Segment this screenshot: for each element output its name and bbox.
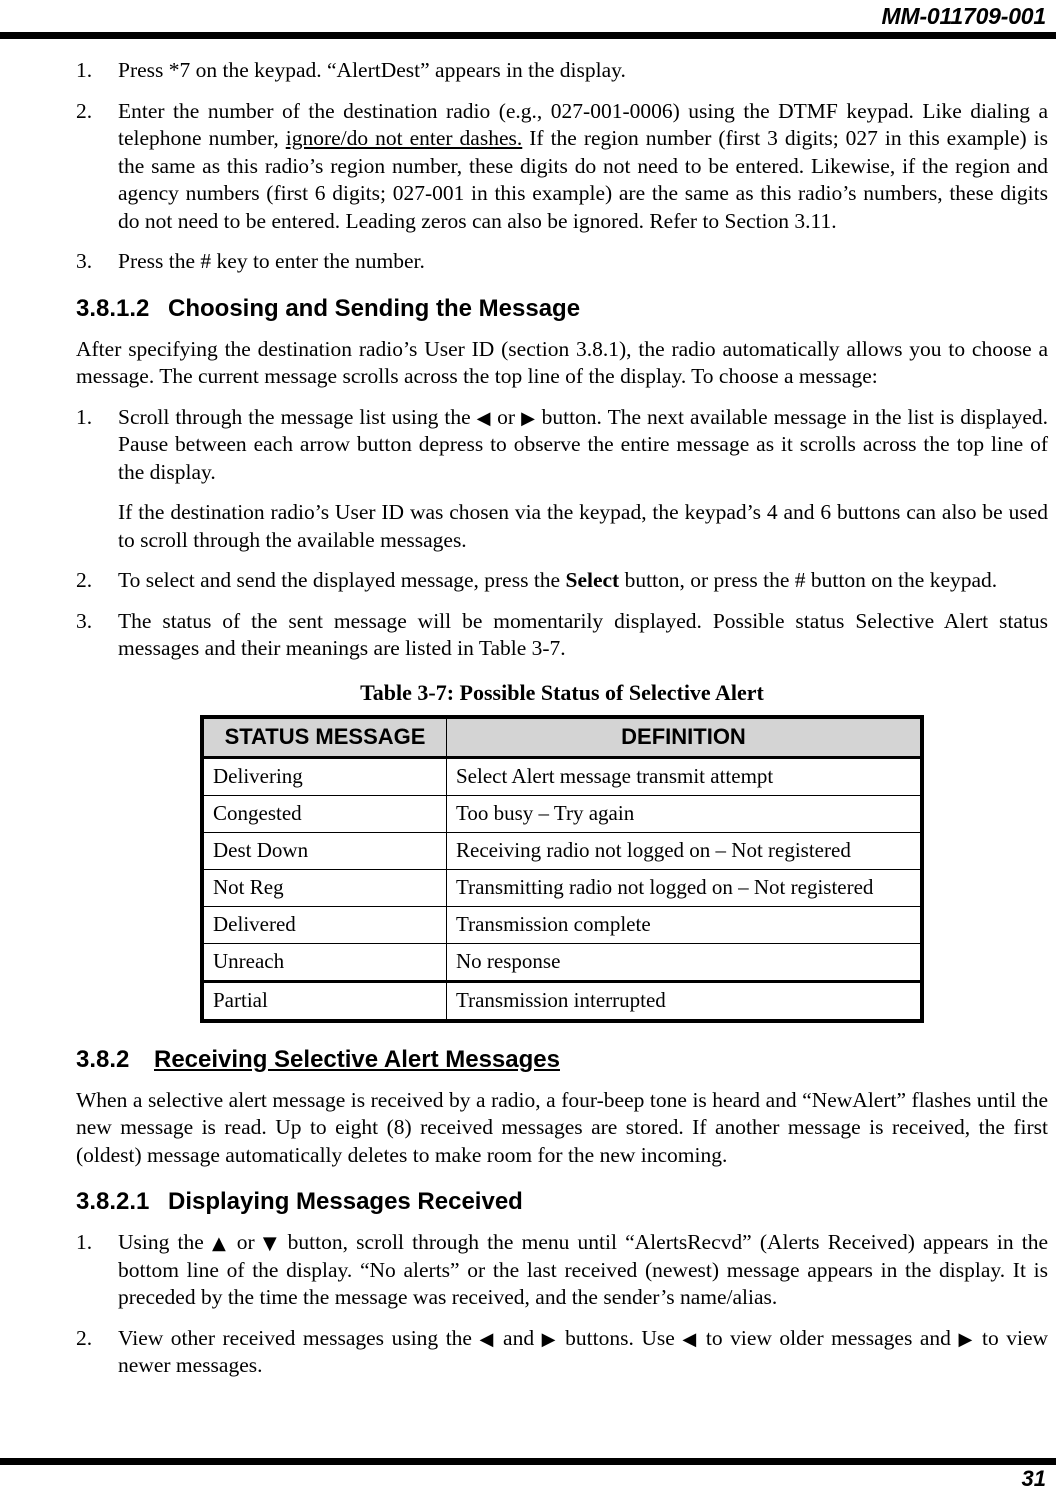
list-item-number: 3. (76, 249, 93, 273)
list-item-text-part1: View other received messages using the (118, 1325, 480, 1350)
steps-list-display-messages: 1. Using the ▲ or ▼ button, scroll throu… (76, 1229, 1048, 1380)
list-item-number: 1. (76, 1230, 93, 1254)
list-item-text-part3: buttons. Use (557, 1325, 683, 1350)
list-item: 2. View other received messages using th… (76, 1325, 1048, 1380)
page-header: MM-011709-001 (0, 0, 1056, 39)
table-body: Delivering Select Alert message transmit… (203, 756, 921, 1020)
list-item-text-part2: or (228, 1230, 263, 1254)
heading-number: 3.8.1.2 (76, 294, 150, 322)
table-row: Partial Transmission interrupted (203, 979, 921, 1020)
list-item: 3. Press the # key to enter the number. (76, 248, 1048, 276)
table-row: Dest Down Receiving radio not logged on … (203, 831, 921, 870)
table-row: Unreach No response (203, 942, 921, 982)
list-item-text: The status of the sent message will be m… (118, 608, 1048, 661)
paragraph-keypad-scroll-note: If the destination radio’s User ID was c… (118, 500, 1048, 552)
list-item-text-part1: To select and send the displayed message… (118, 568, 566, 592)
list-item-number: 3. (76, 608, 93, 633)
cell-status-message: Partial (203, 979, 447, 1020)
table-row: Not Reg Transmitting radio not logged on… (203, 868, 921, 907)
footer-rule (0, 1458, 1056, 1465)
steps-list-choose-message: 1. Scroll through the message list using… (76, 404, 1048, 663)
cell-definition: Transmission complete (446, 905, 921, 944)
table-3-7-status-of-selective-alert: STATUS MESSAGE DEFINITION Delivering Sel… (203, 717, 921, 1020)
heading-number: 3.8.2 (76, 1045, 130, 1073)
table-row: Congested Too busy – Try again (203, 794, 921, 833)
list-item: 1. Scroll through the message list using… (76, 404, 1048, 487)
page-footer: 31 (0, 1458, 1056, 1493)
cell-definition: No response (446, 942, 921, 982)
header-rule (0, 32, 1056, 39)
list-item: 2. To select and send the displayed mess… (76, 567, 1048, 595)
steps-list-destination-id: 1. Press *7 on the keypad. “AlertDest” a… (76, 57, 1048, 276)
table-3-7-wrapper: STATUS MESSAGE DEFINITION Delivering Sel… (200, 714, 924, 1023)
arrow-right-icon: ▶ (541, 1328, 558, 1350)
page-content: 1. Press *7 on the keypad. “AlertDest” a… (76, 57, 1048, 1393)
heading-title: Choosing and Sending the Message (168, 294, 581, 322)
heading-3-8-1-2: 3.8.1.2 Choosing and Sending the Message (76, 294, 1048, 324)
arrow-right-icon: ▶ (521, 407, 536, 429)
cell-definition: Transmitting radio not logged on – Not r… (446, 868, 921, 907)
arrow-down-icon: ▼ (262, 1233, 280, 1254)
cell-definition: Too busy – Try again (446, 794, 921, 833)
list-item: 1. Press *7 on the keypad. “AlertDest” a… (76, 57, 1048, 85)
table-header-row: STATUS MESSAGE DEFINITION (203, 717, 921, 759)
column-header-definition: DEFINITION (446, 717, 921, 759)
heading-number: 3.8.2.1 (76, 1188, 150, 1215)
list-item-number: 1. (76, 404, 93, 429)
paragraph-3-8-2-body: When a selective alert message is receiv… (76, 1087, 1048, 1167)
list-item-number: 1. (76, 58, 93, 82)
cell-status-message: Delivering (203, 756, 447, 796)
cell-definition: Receiving radio not logged on – Not regi… (446, 831, 921, 870)
cell-status-message: Unreach (203, 942, 447, 982)
header-document-number: MM-011709-001 (881, 3, 1047, 29)
list-item-text-part1: Using the (118, 1230, 212, 1254)
list-item-number: 2. (76, 1325, 93, 1350)
emphasis-bold-select-button: Select (565, 568, 620, 592)
cell-definition: Select Alert message transmit attempt (446, 756, 921, 796)
list-item: 3. The status of the sent message will b… (76, 608, 1048, 663)
list-item-text-part1: Scroll through the message list using th… (118, 404, 477, 429)
list-item-text: Press the # key to enter the number. (118, 249, 425, 273)
table-caption: Table 3-7: Possible Status of Selective … (360, 679, 764, 705)
list-item-text: Press *7 on the keypad. “AlertDest” appe… (118, 58, 626, 82)
table-row: Delivered Transmission complete (203, 905, 921, 944)
arrow-left-icon: ◀ (682, 1328, 699, 1350)
emphasis-underline-text: ignore/do not enter dashes. (285, 126, 523, 150)
list-item-text-part2: or (491, 404, 522, 429)
paragraph-3-8-1-2-intro: After specifying the destination radio’s… (76, 336, 1048, 389)
cell-status-message: Congested (203, 794, 447, 833)
heading-3-8-2: 3.8.2 Receiving Selective Alert Messages (76, 1045, 1048, 1075)
list-item: 1. Using the ▲ or ▼ button, scroll throu… (76, 1229, 1048, 1312)
cell-definition: Transmission interrupted (446, 979, 921, 1020)
list-item-text-part4: to view older messages and (698, 1325, 959, 1350)
cell-status-message: Delivered (203, 905, 447, 944)
arrow-up-icon: ▲ (211, 1233, 229, 1254)
cell-status-message: Dest Down (203, 831, 447, 870)
list-item-number: 2. (76, 98, 93, 123)
table-row: Delivering Select Alert message transmit… (203, 756, 921, 796)
arrow-right-icon: ▶ (958, 1328, 975, 1350)
document-page: MM-011709-001 1. Press *7 on the keypad.… (0, 0, 1056, 1493)
arrow-left-icon: ◀ (476, 407, 492, 429)
heading-title: Receiving Selective Alert Messages (154, 1045, 560, 1073)
table-header: STATUS MESSAGE DEFINITION (203, 717, 921, 759)
arrow-left-icon: ◀ (479, 1328, 496, 1350)
page-number: 31 (1021, 1466, 1046, 1491)
heading-3-8-2-1: 3.8.2.1 Displaying Messages Received (76, 1187, 1048, 1217)
list-item-text-part2: and (495, 1325, 542, 1350)
list-item: 2. Enter the number of the destination r… (76, 98, 1048, 236)
list-item-number: 2. (76, 568, 93, 592)
column-header-status-message: STATUS MESSAGE (203, 717, 447, 759)
list-item-text-part2: button, or press the # button on the key… (619, 568, 998, 592)
cell-status-message: Not Reg (203, 868, 447, 907)
heading-title: Displaying Messages Received (168, 1188, 523, 1215)
